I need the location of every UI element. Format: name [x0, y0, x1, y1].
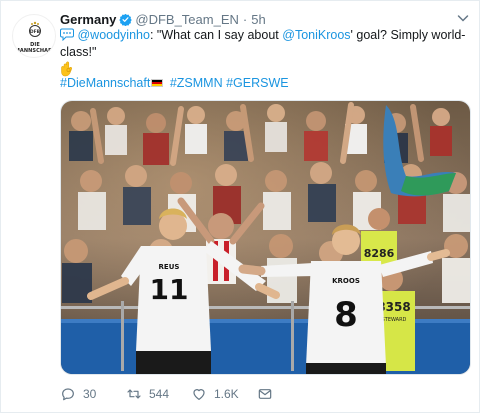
like-count: 1.6K: [214, 387, 239, 401]
retweet-icon: [127, 389, 141, 399]
reply-icon: [62, 388, 74, 401]
jersey-right-number: 8: [334, 295, 358, 335]
hashtag-gerswe[interactable]: #GERSWE: [226, 76, 289, 90]
like-button[interactable]: 1.6K: [191, 384, 257, 404]
chevron-down-icon[interactable]: [457, 13, 469, 23]
speech-bubble-icon: [60, 28, 74, 41]
heart-icon: [193, 389, 205, 400]
jersey-left-number: 11: [150, 273, 189, 306]
avatar-caption: DIE MANNSCHAFT: [14, 42, 56, 54]
avatar[interactable]: DFB DIE MANNSCHAFT: [12, 14, 56, 58]
author-handle[interactable]: @DFB_Team_EN: [135, 12, 239, 27]
envelope-icon: [258, 389, 272, 399]
steward-label: STEWARD: [382, 317, 407, 323]
hashtag-zsmmn[interactable]: #ZSMMN: [170, 76, 223, 90]
retweet-button[interactable]: 544: [126, 384, 191, 404]
direct-message-button[interactable]: [257, 384, 273, 404]
tweet-photo[interactable]: 8286 8358 STEWARD REUS 11 KROOS 8: [60, 100, 471, 375]
mention-link-2[interactable]: @ToniKroos: [282, 28, 350, 42]
reply-button[interactable]: 30: [60, 384, 126, 404]
tweet-text-part: : "What can I say about: [149, 28, 283, 42]
mention-link[interactable]: @woodyinho: [77, 28, 149, 42]
timestamp[interactable]: 5h: [251, 12, 265, 27]
hashtag-line: #DieMannschaft #ZSMMN #GERSWE: [60, 75, 289, 92]
tweet-actions: 30 544 1.6K: [60, 384, 273, 404]
tweet-text: @woodyinho: "What can I say about @ToniK…: [60, 27, 472, 80]
author-name[interactable]: Germany: [60, 12, 116, 27]
celebration-photo: 8286 8358 STEWARD REUS 11 KROOS 8: [61, 101, 470, 374]
steward-number-1: 8286: [364, 247, 395, 260]
reply-count: 30: [83, 387, 97, 401]
tweet-card[interactable]: DFB DIE MANNSCHAFT Germany @DFB_Team_EN …: [0, 0, 480, 413]
dfb-crest-icon: DFB: [29, 21, 41, 37]
tweet-header: Germany @DFB_Team_EN · 5h: [60, 11, 266, 27]
jersey-right-name: KROOS: [332, 277, 360, 285]
separator-dot: ·: [242, 11, 248, 27]
svg-text:DFB: DFB: [30, 29, 41, 35]
germany-flag-icon: [151, 79, 164, 87]
jersey-left-name: REUS: [159, 263, 180, 271]
hashtag-diemannschaft[interactable]: #DieMannschaft: [60, 76, 150, 90]
retweet-count: 544: [149, 387, 170, 401]
verified-badge-icon: [119, 13, 133, 26]
